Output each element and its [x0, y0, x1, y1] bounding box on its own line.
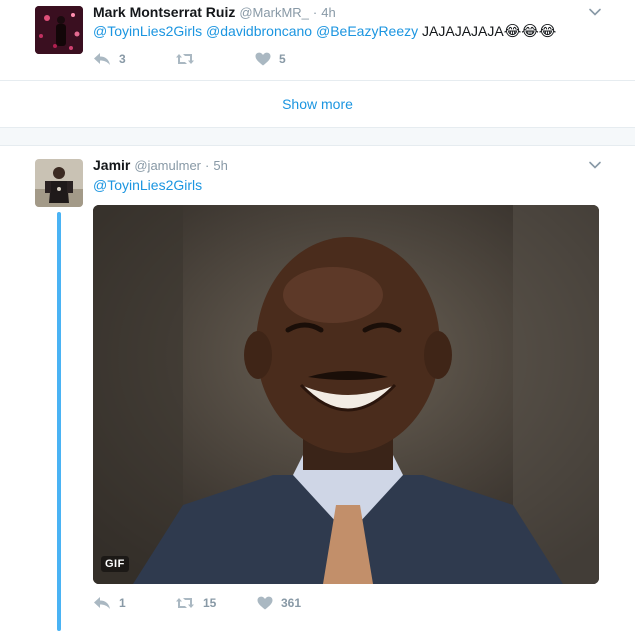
tweet-header: Mark Montserrat Ruiz @MarkMR_ · 4h — [93, 4, 336, 20]
show-more-row[interactable]: Show more — [0, 80, 635, 126]
retweet-count: 15 — [203, 596, 217, 610]
separator-dot: · — [205, 158, 210, 173]
emoji-text: 😂😂😂 — [503, 22, 557, 40]
gif-image — [93, 205, 599, 584]
like-button[interactable]: 361 — [257, 596, 301, 610]
fullname[interactable]: Mark Montserrat Ruiz — [93, 4, 235, 20]
timestamp[interactable]: 4h — [321, 5, 335, 20]
timestamp[interactable]: 5h — [213, 158, 227, 173]
mention-link[interactable]: @ToyinLies2Girls — [93, 177, 202, 193]
reply-count: 3 — [119, 52, 126, 66]
heart-icon — [257, 596, 273, 610]
mention-link[interactable]: @BeEazyReezy — [316, 23, 418, 39]
show-more-link[interactable]: Show more — [282, 96, 353, 112]
mention-link[interactable]: @davidbroncano — [206, 23, 312, 39]
reply-button[interactable]: 1 — [93, 596, 175, 610]
tweet-mark[interactable]: Mark Montserrat Ruiz @MarkMR_ · 4h @Toyi… — [0, 0, 635, 80]
retweet-button[interactable] — [175, 52, 255, 66]
screen-name[interactable]: @jamulmer — [134, 158, 201, 173]
gif-badge: GIF — [101, 556, 129, 572]
chevron-down-icon[interactable] — [588, 5, 602, 19]
avatar-image — [35, 159, 83, 207]
reply-count: 1 — [119, 596, 126, 610]
retweet-icon — [176, 598, 194, 608]
avatar[interactable] — [35, 6, 83, 54]
reply-icon — [94, 53, 110, 65]
tweet-actions: 1 15 361 — [93, 596, 301, 610]
conversation-gap — [0, 128, 635, 146]
avatar-image — [35, 6, 83, 54]
mention-link[interactable]: @ToyinLies2Girls — [93, 23, 202, 39]
tweet-header: Jamir @jamulmer · 5h — [93, 157, 228, 173]
retweet-icon — [176, 54, 194, 64]
reply-icon — [94, 597, 110, 609]
separator-dot: · — [312, 5, 318, 20]
tweet-body: JAJAJAJAJA — [422, 23, 504, 39]
like-count: 361 — [281, 596, 302, 610]
fullname[interactable]: Jamir — [93, 157, 130, 173]
like-button[interactable]: 5 — [255, 52, 286, 66]
tweet-text: @ToyinLies2Girls — [93, 177, 202, 193]
reply-button[interactable]: 3 — [93, 52, 175, 66]
gif-media[interactable]: GIF — [93, 205, 599, 584]
avatar[interactable] — [35, 159, 83, 207]
like-count: 5 — [279, 52, 286, 66]
chevron-down-icon[interactable] — [588, 158, 602, 172]
retweet-button[interactable]: 15 — [175, 596, 257, 610]
heart-icon — [255, 52, 271, 66]
tweet-actions: 3 5 — [93, 52, 286, 66]
screen-name[interactable]: @MarkMR_ — [239, 5, 309, 20]
tweet-text: @ToyinLies2Girls @davidbroncano @BeEazyR… — [93, 22, 556, 40]
